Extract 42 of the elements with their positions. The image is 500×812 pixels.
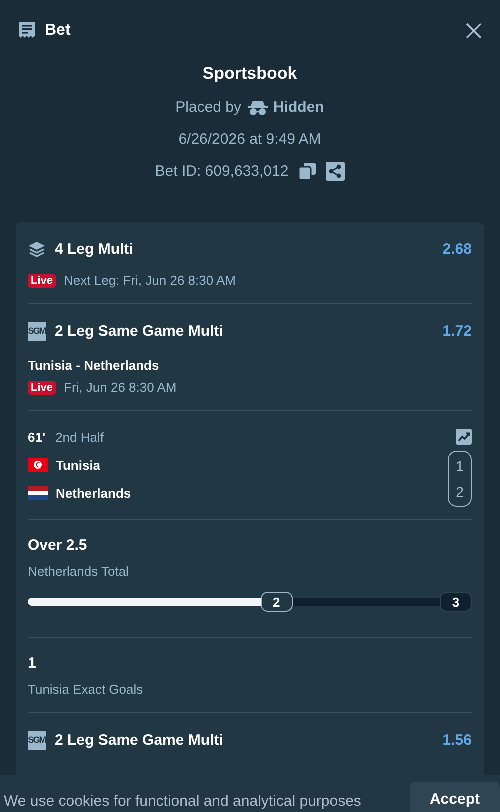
- team-score: 1: [456, 458, 464, 474]
- incognito-icon: [248, 100, 268, 116]
- placed-by-user: Hidden: [274, 99, 324, 116]
- selection-title: 1: [28, 655, 38, 672]
- next-leg-time: Next Leg: Fri, Jun 26 8:30 AM: [64, 273, 236, 288]
- accept-button[interactable]: Accept: [410, 782, 500, 812]
- sgm-icon: SGM: [28, 322, 46, 340]
- match-time: Fri, Jun 26 8:30 AM: [64, 380, 177, 395]
- live-badge: Live: [28, 380, 56, 394]
- odds-value: 1.72: [442, 322, 472, 340]
- odds-value: 2.68: [442, 240, 472, 258]
- odds-value: 1.56: [442, 732, 472, 748]
- dialog-title: Bet: [45, 22, 72, 40]
- receipt-icon: [18, 21, 36, 40]
- layers-icon: [28, 240, 46, 258]
- share-button[interactable]: [326, 162, 345, 181]
- selection-title: Over 2.5: [28, 537, 88, 554]
- multi-title: 4 Leg Multi: [55, 240, 134, 258]
- live-badge: Live: [28, 274, 56, 288]
- current-value: 2: [260, 592, 293, 612]
- target-value: 3: [440, 592, 472, 612]
- team-name: Netherlands: [56, 486, 132, 500]
- sgm-icon: SGM: [28, 730, 46, 750]
- copy-button[interactable]: [298, 163, 316, 180]
- match-minute: 61': [28, 430, 46, 444]
- cookie-message: We use cookies for functional and analytical purposes: [4, 793, 362, 812]
- market-name: Netherlands Total: [28, 564, 130, 579]
- stats-button[interactable]: [456, 429, 472, 445]
- placed-date: 6/26/2026 at 9:49 AM: [178, 130, 322, 150]
- match-name: Tunisia - Netherlands: [28, 358, 160, 373]
- bet-id: Bet ID: 609,633,012: [155, 163, 289, 180]
- placed-by-label: Placed by: [176, 99, 242, 116]
- match-period: 2nd Half: [56, 430, 104, 444]
- team-score: 2: [456, 484, 464, 500]
- flag-icon: [28, 458, 48, 472]
- leg-title: 2 Leg Same Game Multi: [55, 322, 224, 340]
- team-name: Tunisia: [56, 458, 101, 472]
- flag-icon: [28, 486, 48, 500]
- leg-title: 2 Leg Same Game Multi: [55, 732, 224, 748]
- market-name: Tunisia Exact Goals: [28, 682, 144, 697]
- sportsbook-title: Sportsbook: [202, 64, 298, 85]
- close-button[interactable]: [466, 22, 482, 38]
